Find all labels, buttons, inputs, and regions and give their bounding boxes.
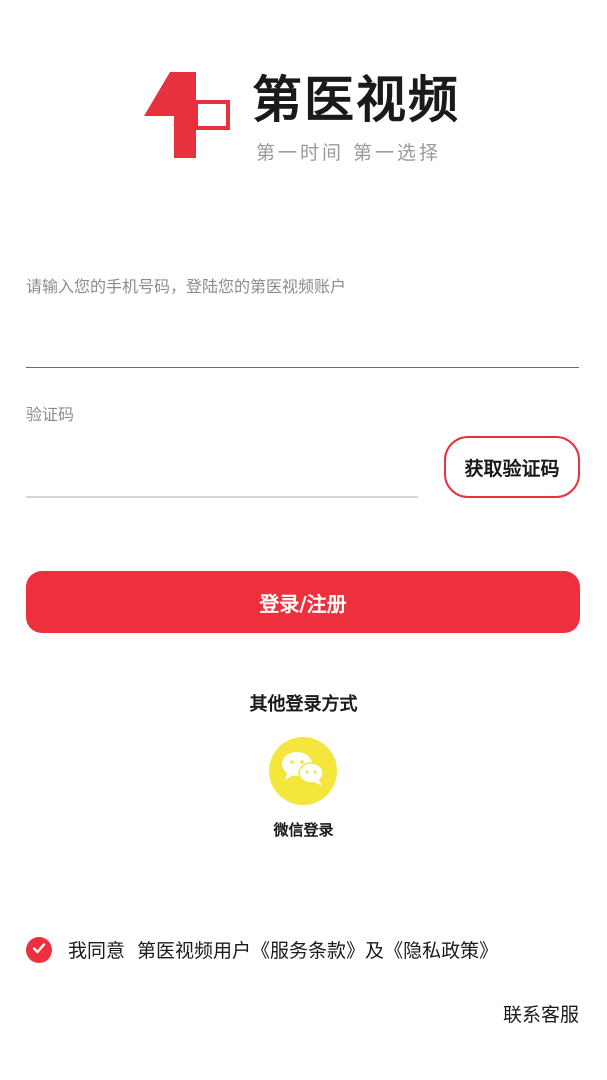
agreement-text: 我同意 第医视频用户《服务条款》及《隐私政策》 — [68, 936, 498, 966]
phone-input[interactable] — [26, 322, 579, 368]
terms-of-service-link[interactable]: 《服务条款》 — [251, 936, 365, 966]
verification-code-input[interactable] — [26, 450, 418, 498]
phone-hint: 请输入您的手机号码，登陆您的第医视频账户 — [26, 277, 347, 296]
get-code-button[interactable]: 获取验证码 — [444, 436, 580, 498]
code-label: 验证码 — [26, 405, 75, 424]
login-register-button[interactable]: 登录/注册 — [26, 571, 580, 633]
agreement-conjunction: 及 — [365, 940, 385, 962]
privacy-policy-link[interactable]: 《隐私政策》 — [384, 936, 498, 966]
wechat-login-label: 微信登录 — [273, 821, 334, 839]
agreement-prefix: 我同意 — [68, 940, 126, 962]
wechat-icon — [279, 749, 327, 793]
wechat-login-button[interactable] — [269, 737, 337, 805]
brand-logo-icon — [140, 70, 232, 162]
check-icon — [31, 940, 47, 960]
contact-support-link[interactable]: 联系客服 — [503, 1000, 579, 1030]
brand-name: 第医视频 — [252, 71, 460, 129]
agreement-checkbox[interactable] — [26, 937, 52, 963]
agreement-app-user: 第医视频用户 — [137, 940, 252, 962]
brand-slogan: 第一时间 第一选择 — [256, 142, 442, 164]
other-login-title: 其他登录方式 — [249, 694, 358, 715]
